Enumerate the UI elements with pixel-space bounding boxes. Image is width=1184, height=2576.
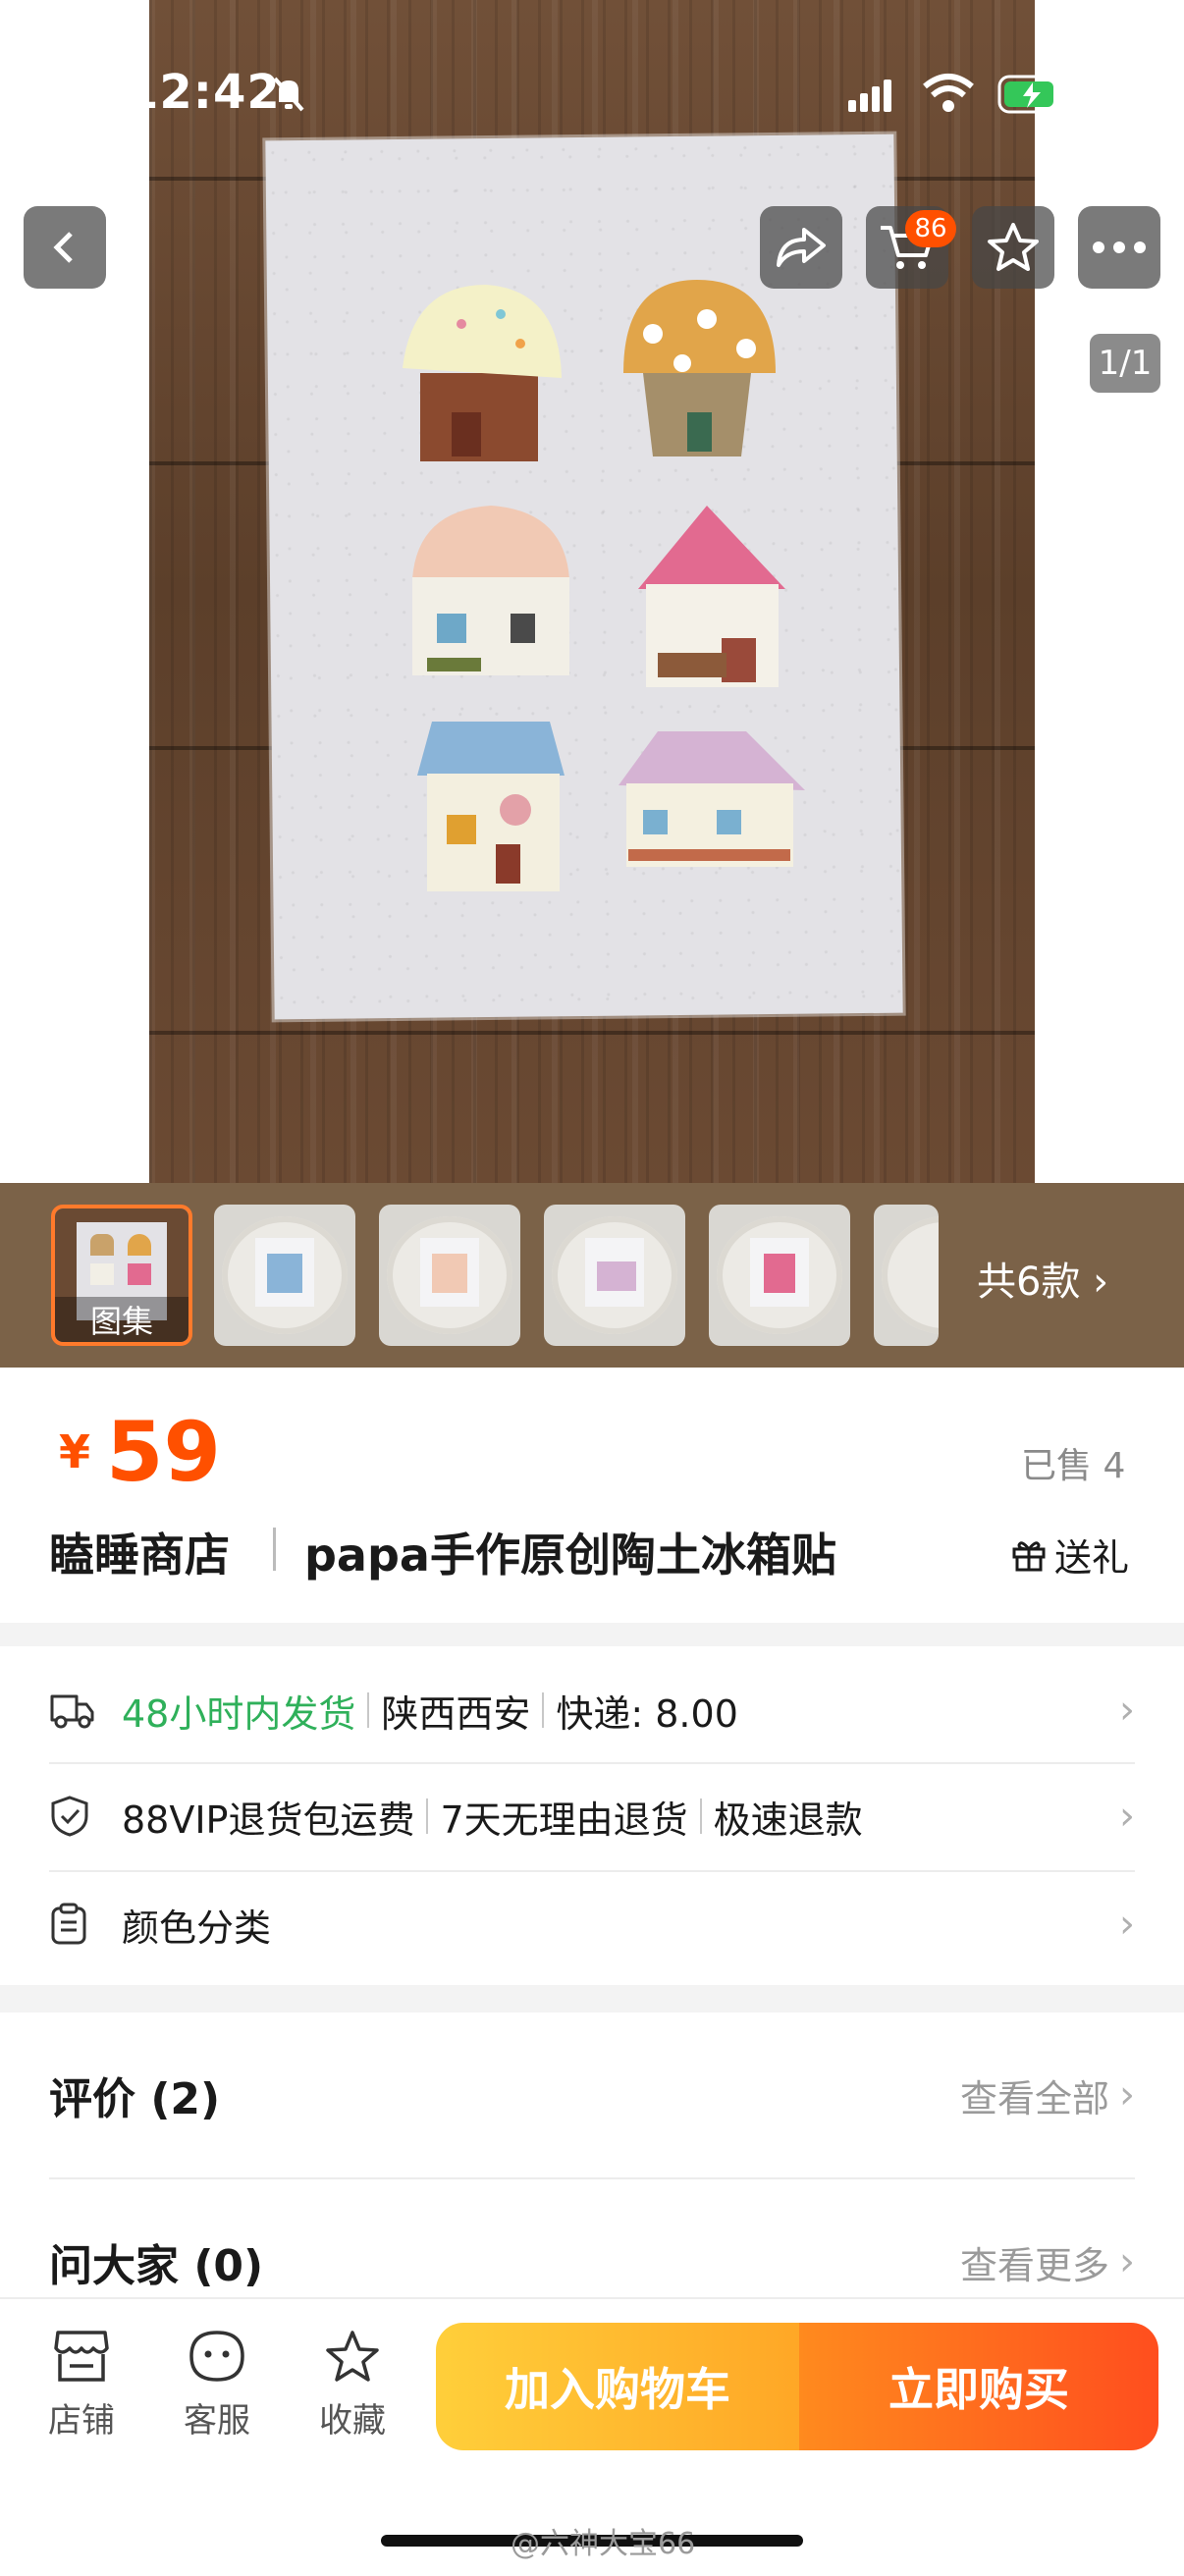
star-icon	[326, 2331, 379, 2382]
shipping-time: 48小时内发货	[122, 1691, 356, 1736]
express-fee: 快递: 8.00	[556, 1691, 738, 1736]
divider	[49, 2177, 1135, 2179]
style-count-label: 共6款	[977, 1260, 1081, 1305]
thumbnail-style[interactable]	[709, 1205, 850, 1346]
chevron-right-icon: ›	[1119, 1902, 1135, 1947]
mushroom-magnet	[623, 280, 776, 456]
watermark: @六神大宝66	[511, 2527, 696, 2561]
gift-icon	[1012, 1540, 1046, 1571]
style-count[interactable]: 共6款 ›	[977, 1250, 1108, 1307]
chevron-right-icon: ›	[1119, 2072, 1135, 2118]
qa-title: 问大家 (0)	[49, 2241, 264, 2291]
divider	[367, 1692, 370, 1728]
cellular-signal-icon	[848, 80, 891, 112]
image-counter: 1/1	[1090, 334, 1160, 393]
gift-label: 送礼	[1054, 1536, 1130, 1580]
ceramic-magnets-image	[403, 280, 805, 891]
reviews-see-all: 查看全部	[959, 2076, 1109, 2120]
silent-bell-icon	[273, 77, 304, 112]
qa-header[interactable]: 问大家 (0) 查看更多 ›	[49, 2232, 1135, 2291]
plank-line	[149, 1031, 1035, 1035]
product-image-viewer[interactable]: 12:42 86 1/1	[0, 0, 1184, 1183]
thumbnail-style[interactable]	[874, 1205, 939, 1346]
more-button[interactable]	[1078, 206, 1160, 289]
cart-count-badge: 86	[905, 210, 956, 247]
chat-face-icon	[189, 2331, 244, 2382]
shop-name[interactable]: 瞌睡商店	[49, 1520, 230, 1584]
product-title: papa手作原创陶土冰箱贴	[304, 1529, 836, 1582]
seven-day-return: 7天无理由退货	[440, 1798, 688, 1842]
more-dots-icon	[1093, 242, 1146, 253]
chevron-right-icon: ›	[1119, 2239, 1135, 2284]
blue-roof-house-magnet	[417, 722, 565, 891]
store-button[interactable]: 店铺	[27, 2329, 135, 2442]
chevron-left-icon	[53, 232, 73, 263]
thumbnail-style[interactable]	[379, 1205, 520, 1346]
thumbnail-gallery[interactable]: 图集	[51, 1205, 192, 1346]
fast-refund: 极速退款	[713, 1798, 863, 1842]
gallery-label: 图集	[55, 1297, 188, 1342]
gift-button[interactable]: 送礼	[1011, 1528, 1129, 1582]
buy-now-button[interactable]: 立即购买	[799, 2323, 1158, 2450]
pink-roof-house-magnet	[638, 506, 785, 687]
color-category-label: 颜色分类	[122, 1905, 272, 1950]
guarantee-row[interactable]: 88VIP退货包运费 7天无理由退货 极速退款 ›	[49, 1791, 1135, 1842]
divider	[49, 1870, 1135, 1872]
favorite-label: 收藏	[319, 2401, 386, 2441]
favorite-top-button[interactable]	[972, 206, 1054, 289]
battery-icon	[997, 75, 1074, 114]
truck-icon	[50, 1694, 94, 1729]
thumbnail-style[interactable]	[214, 1205, 355, 1346]
favorite-button[interactable]: 收藏	[298, 2329, 406, 2442]
add-to-cart-button[interactable]: 加入购物车	[436, 2323, 799, 2450]
divider	[49, 1762, 1135, 1764]
chevron-right-icon: ›	[1093, 1260, 1109, 1305]
divider	[699, 1798, 702, 1834]
divider	[426, 1798, 429, 1834]
cupcake-magnet	[403, 285, 562, 461]
divider	[273, 1528, 276, 1571]
wifi-icon	[923, 74, 974, 112]
qa-see-more: 查看更多	[959, 2243, 1109, 2287]
shipping-row[interactable]: 48小时内发货 陕西西安 快递: 8.00 ›	[49, 1685, 1135, 1736]
customer-service-button[interactable]: 客服	[163, 2329, 271, 2442]
divider	[542, 1692, 545, 1728]
reviews-header[interactable]: 评价 (2) 查看全部 ›	[49, 2066, 1135, 2124]
thumbnail-style[interactable]	[544, 1205, 685, 1346]
store-icon	[54, 2331, 109, 2382]
service-label: 客服	[184, 2401, 250, 2441]
clipboard-icon	[51, 1903, 86, 1945]
back-button[interactable]	[24, 206, 106, 289]
status-time: 12:42	[126, 65, 281, 120]
lavender-roof-house-magnet	[619, 731, 805, 867]
share-icon	[777, 228, 826, 267]
checkered-roof-house-magnet	[412, 506, 569, 675]
reviews-title: 评价 (2)	[49, 2074, 221, 2124]
shield-check-icon	[51, 1796, 88, 1837]
chevron-right-icon: ›	[1119, 1794, 1135, 1839]
chevron-right-icon: ›	[1119, 1688, 1135, 1733]
price: 59	[106, 1404, 221, 1500]
price-symbol: ¥	[59, 1425, 91, 1478]
share-button[interactable]	[760, 206, 842, 289]
ship-from-location: 陕西西安	[381, 1691, 531, 1736]
store-label: 店铺	[48, 2401, 115, 2441]
vip-return-shipping: 88VIP退货包运费	[122, 1798, 415, 1842]
sold-count: 已售 4	[1021, 1446, 1126, 1486]
star-icon	[988, 223, 1039, 271]
color-category-row[interactable]: 颜色分类 ›	[49, 1899, 1135, 1950]
